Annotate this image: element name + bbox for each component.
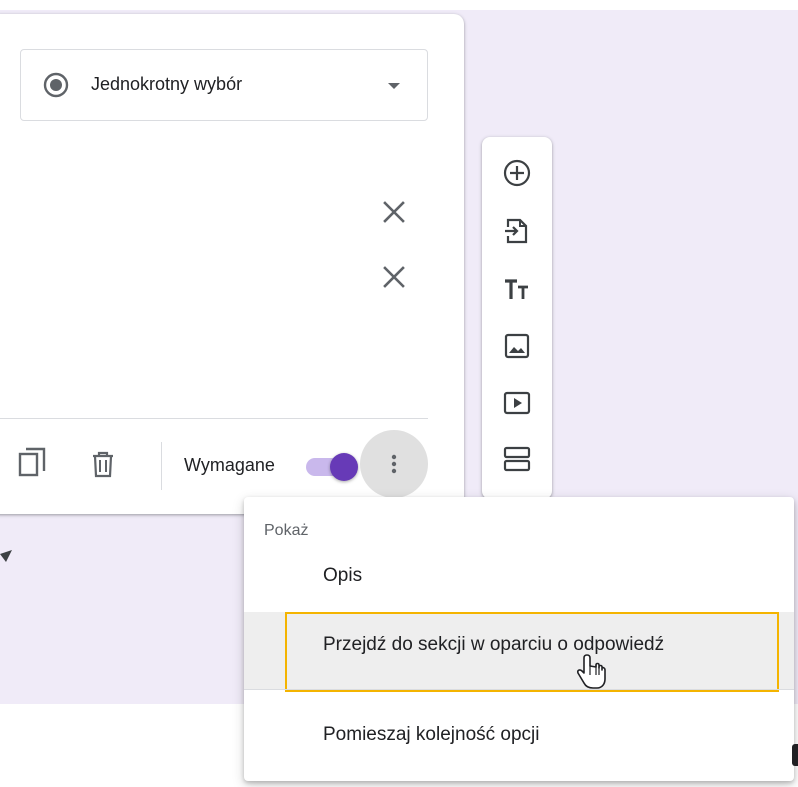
menu-item-label: Opis: [323, 565, 363, 586]
more-vert-icon: [391, 454, 397, 474]
question-type-label: Jednokrotny wybór: [91, 74, 243, 94]
required-label: Wymagane: [184, 455, 275, 475]
edge-mark: [792, 744, 798, 766]
footer-separator: [161, 442, 162, 490]
side-toolbar: [482, 137, 552, 499]
remove-option-2-close-icon[interactable]: [381, 264, 407, 290]
import-icon[interactable]: [501, 215, 533, 247]
required-toggle-knob[interactable]: [330, 453, 358, 481]
add-circle-icon[interactable]: [501, 157, 533, 189]
title-icon[interactable]: [501, 274, 533, 306]
menu-header: Pokaż: [264, 522, 309, 539]
more-options-button[interactable]: [360, 430, 428, 498]
image-icon[interactable]: [501, 330, 533, 362]
menu-item-description[interactable]: Opis: [244, 545, 794, 609]
video-icon[interactable]: [501, 387, 533, 419]
card-footer-divider: [0, 418, 428, 419]
menu-item-shuffle-options[interactable]: Pomieszaj kolejność opcji: [244, 704, 794, 768]
menu-separator: [244, 689, 794, 690]
menu-item-label: Pomieszaj kolejność opcji: [323, 724, 540, 745]
menu-item-go-to-section[interactable]: Przejdź do sekcji w oparciu o odpowiedź: [244, 612, 794, 690]
copy-icon[interactable]: [17, 447, 47, 477]
more-options-menu: Pokaż Opis Przejdź do sekcji w oparciu o…: [244, 497, 794, 781]
section-icon[interactable]: [501, 443, 533, 475]
question-type-dropdown[interactable]: Jednokrotny wybór: [20, 49, 428, 121]
radio-button-checked-icon: [43, 72, 69, 98]
question-card: Jednokrotny wybór Wymagane: [0, 14, 464, 514]
menu-item-label: Przejdź do sekcji w oparciu o odpowiedź: [323, 634, 665, 655]
remove-option-1-close-icon[interactable]: [381, 199, 407, 225]
card-corner-mark: [0, 550, 12, 562]
trash-icon[interactable]: [88, 449, 118, 479]
hand-cursor-icon: [577, 654, 606, 689]
chevron-down-icon: [388, 83, 400, 89]
